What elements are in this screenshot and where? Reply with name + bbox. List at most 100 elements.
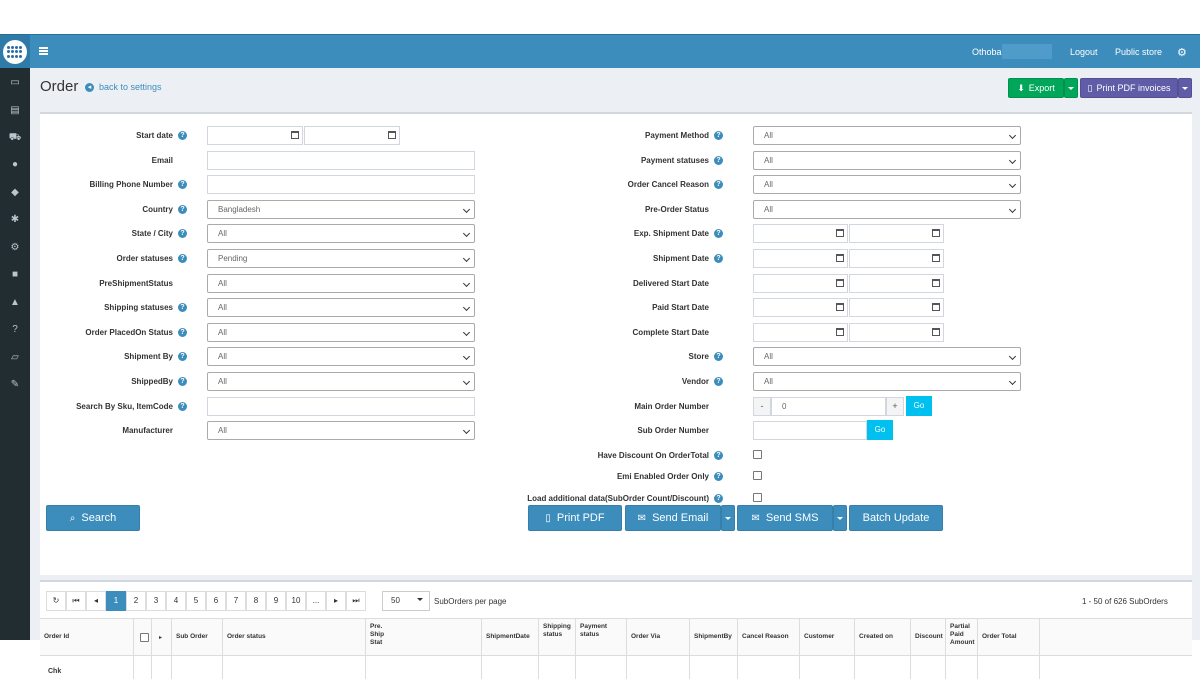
column-customer[interactable]: Customer [800, 619, 855, 679]
load-additional-data-suborder-count-discount-checkbox[interactable] [753, 493, 762, 503]
help-icon[interactable]: ? [178, 377, 187, 386]
column-order-status[interactable]: Order status [223, 619, 366, 679]
paid-start-date-from-input[interactable] [753, 298, 848, 318]
help-icon[interactable]: ? [714, 229, 723, 239]
calendar-icon[interactable] [932, 229, 940, 238]
exp-shipment-date-to-input[interactable] [849, 224, 944, 244]
help-icon[interactable]: ? [714, 180, 723, 190]
page-3-link[interactable]: 3 [146, 591, 166, 611]
bell-icon[interactable]: ▲ [8, 296, 22, 310]
help-icon[interactable]: ? [714, 155, 723, 165]
page-7-link[interactable]: 7 [226, 591, 246, 611]
back-arrow-icon[interactable]: ◂ [85, 83, 94, 92]
help-icon[interactable]: ? [178, 131, 187, 140]
cube-icon[interactable]: ■ [8, 268, 22, 282]
last-page-icon[interactable]: ⏭ [346, 591, 366, 611]
delivered-start-date-from-input[interactable] [753, 273, 848, 293]
help-icon[interactable]: ? [178, 204, 187, 214]
promotions-icon[interactable]: ✱ [8, 213, 22, 227]
store-select[interactable]: All [753, 347, 1021, 367]
shipment-date-to-input[interactable] [849, 249, 944, 268]
refresh-icon[interactable]: ↻ [46, 591, 66, 611]
start-date-from-input[interactable] [207, 126, 303, 145]
have-discount-on-ordertotal-checkbox[interactable] [753, 449, 762, 459]
column-discount[interactable]: Discount [911, 619, 946, 679]
preshipmentstatus-select[interactable]: All [207, 273, 475, 293]
paid-start-date-to-input[interactable] [849, 298, 944, 318]
prev-page-icon[interactable]: ◂ [86, 591, 106, 611]
help-icon[interactable]: ? [714, 471, 723, 481]
user-name[interactable]: Othoba [972, 47, 1002, 57]
settings-cogs-icon[interactable]: ⚙ [1177, 46, 1187, 59]
calendar-icon[interactable] [836, 254, 844, 262]
emi-enabled-order-only-checkbox[interactable] [753, 470, 762, 480]
exp-shipment-date-from-input[interactable] [753, 224, 848, 244]
calendar-icon[interactable] [932, 327, 940, 336]
calendar-icon[interactable] [932, 303, 940, 312]
column-sub-order[interactable]: Sub Order [172, 619, 223, 679]
customers-icon[interactable]: ● [8, 158, 22, 172]
calendar-icon[interactable] [932, 254, 940, 262]
main-order-number-input[interactable]: 0 [771, 396, 886, 416]
print-pdf-dropdown-button[interactable] [1178, 78, 1192, 98]
help-icon[interactable]: ? [178, 180, 187, 190]
pre-order-status-select[interactable]: All [753, 199, 1021, 219]
main-order-go-button[interactable]: Go [906, 395, 932, 416]
page-10-link[interactable]: 10 [286, 591, 306, 611]
order-statuses-select[interactable]: Pending [207, 249, 475, 268]
page-8-link[interactable]: 8 [246, 591, 266, 611]
print-pdf-button[interactable]: ▯ Print PDF [528, 505, 622, 531]
send-email-button[interactable]: ✉ Send Email [625, 505, 721, 531]
plug-icon[interactable]: ✎ [8, 378, 22, 392]
help-icon[interactable]: ? [8, 323, 22, 337]
page-5-link[interactable]: 5 [186, 591, 206, 611]
column-partial-paid-amount[interactable]: Partial Paid Amount [946, 619, 978, 679]
shipment-by-select[interactable]: All [207, 347, 475, 367]
configuration-icon[interactable]: ⚙ [8, 241, 22, 255]
send-sms-button[interactable]: ✉ Send SMS [737, 505, 833, 531]
catalog-icon[interactable]: ▤ [8, 104, 22, 118]
column-cancel-reason[interactable]: Cancel Reason [738, 619, 800, 679]
decrement-button[interactable]: - [753, 396, 771, 416]
search-by-sku-itemcode-input[interactable] [207, 396, 475, 416]
export-button[interactable]: ⬇ Export [1008, 78, 1064, 98]
help-icon[interactable]: ? [178, 327, 187, 337]
calendar-icon[interactable] [836, 303, 844, 312]
billing-phone-number-input[interactable] [207, 175, 475, 195]
increment-button[interactable]: + [886, 396, 904, 416]
page-6-link[interactable]: 6 [206, 591, 226, 611]
calendar-icon[interactable] [836, 327, 844, 336]
sub-order-number-input[interactable] [753, 421, 867, 441]
dashboard-icon[interactable]: ▭ [8, 76, 22, 90]
help-icon[interactable]: ? [178, 352, 187, 362]
page-more-link[interactable]: ... [306, 591, 326, 611]
email-input[interactable] [207, 150, 475, 170]
calendar-icon[interactable] [388, 131, 396, 139]
country-select[interactable]: Bangladesh [207, 199, 475, 219]
help-icon[interactable]: ? [714, 352, 723, 362]
column-order-via[interactable]: Order Via [627, 619, 690, 679]
help-icon[interactable]: ? [714, 450, 723, 460]
calendar-icon[interactable] [836, 278, 844, 287]
back-to-settings-link[interactable]: back to settings [99, 82, 162, 92]
column-created-on[interactable]: Created on [855, 619, 911, 679]
calendar-icon[interactable] [291, 131, 299, 139]
column-payment-status[interactable]: Payment status [576, 619, 627, 679]
page-size-select[interactable]: 50 [382, 591, 430, 611]
search-button[interactable]: ⌕ Search [46, 505, 140, 531]
sub-order-go-button[interactable]: Go [867, 420, 893, 441]
public-store-link[interactable]: Public store [1115, 47, 1162, 57]
shippedby-select[interactable]: All [207, 372, 475, 391]
payment-method-select[interactable]: All [753, 126, 1021, 145]
state-city-select[interactable]: All [207, 224, 475, 244]
help-icon[interactable]: ? [178, 401, 187, 411]
page-2-link[interactable]: 2 [126, 591, 146, 611]
order-cancel-reason-select[interactable]: All [753, 175, 1021, 195]
send-email-dropdown-button[interactable] [721, 505, 735, 531]
page-9-link[interactable]: 9 [266, 591, 286, 611]
export-dropdown-button[interactable] [1064, 78, 1078, 98]
select-all-checkbox[interactable] [140, 633, 149, 642]
complete-start-date-to-input[interactable] [849, 322, 944, 342]
help-icon[interactable]: ? [714, 254, 723, 263]
folder-icon[interactable]: ▱ [8, 351, 22, 365]
